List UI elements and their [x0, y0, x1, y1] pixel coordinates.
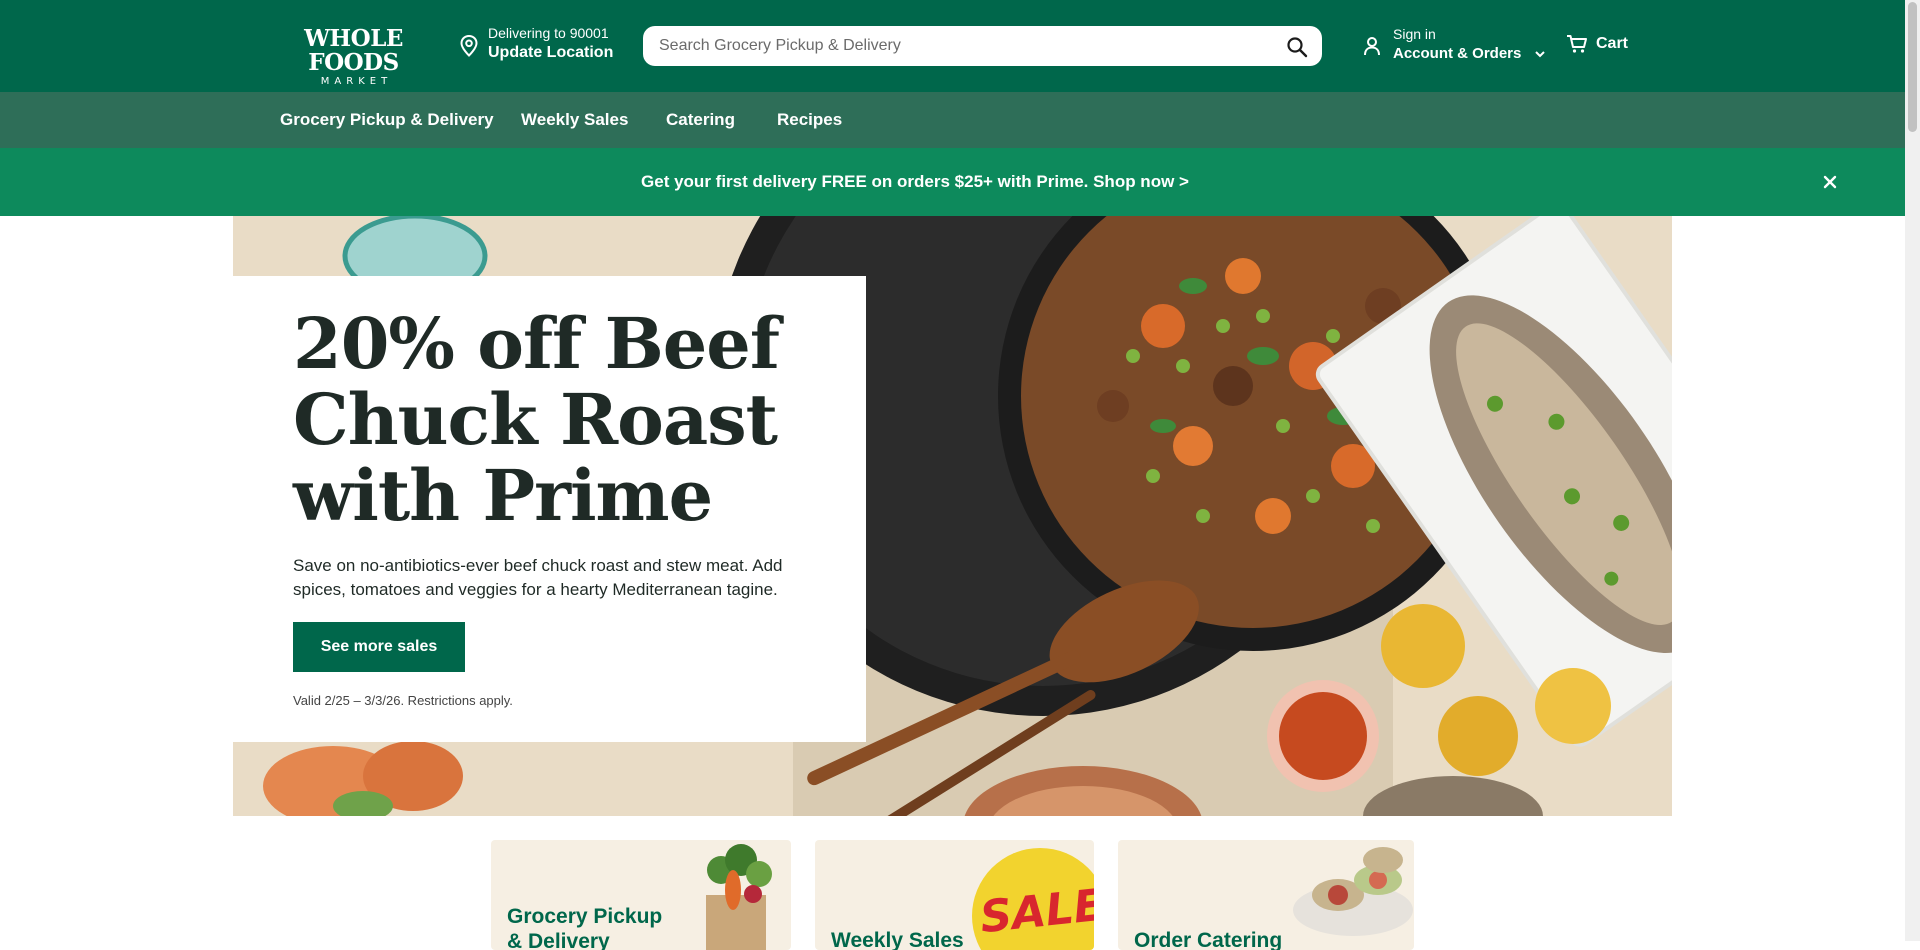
account-orders-label: Account & Orders	[1393, 45, 1522, 62]
see-more-sales-button[interactable]: See more sales	[293, 622, 465, 672]
tile-order-catering[interactable]: Order Catering	[1118, 840, 1414, 950]
tile-weekly-sales[interactable]: SALE Weekly Sales	[815, 840, 1094, 950]
delivery-location[interactable]: Delivering to 90001 Update Location	[488, 24, 613, 64]
top-header: WHOLE FOODS MARKET Delivering to 90001 U…	[0, 0, 1905, 92]
chevron-down-icon	[1534, 51, 1545, 58]
hero-title: 20% off Beef Chuck Roast with Prime	[293, 302, 780, 537]
search-input[interactable]	[659, 26, 1259, 66]
search-bar	[643, 26, 1322, 66]
nav-item-recipes[interactable]: Recipes	[777, 92, 842, 148]
promo-message[interactable]: Get your first delivery FREE on orders $…	[0, 148, 1830, 216]
logo-line2: MARKET	[320, 76, 393, 87]
grocery-bag-image	[706, 844, 772, 950]
page-scrollbar[interactable]	[1905, 0, 1920, 941]
search-icon[interactable]	[1286, 36, 1308, 58]
tile-grocery-pickup-delivery[interactable]: Grocery Pickup & Delivery	[491, 840, 791, 950]
cart-label: Cart	[1596, 35, 1629, 52]
update-location-link[interactable]: Update Location	[488, 42, 613, 64]
hero-banner: 20% off Beef Chuck Roast with Prime Save…	[233, 216, 1672, 816]
tile-grocery-line1: Grocery Pickup	[507, 905, 663, 928]
tile-weekly-sales-label: Weekly Sales	[831, 929, 964, 950]
hero-card: 20% off Beef Chuck Roast with Prime Save…	[233, 276, 866, 742]
close-icon[interactable]	[1820, 172, 1840, 192]
hero-validity-note: Valid 2/25 – 3/3/26. Restrictions apply.	[293, 693, 513, 708]
location-pin-icon[interactable]	[458, 34, 480, 58]
logo-line1: WHOLE FOODS	[304, 25, 403, 76]
cart-icon	[1567, 35, 1587, 53]
whole-foods-logo[interactable]: WHOLE FOODS MARKET	[280, 27, 427, 88]
nav-item-catering[interactable]: Catering	[666, 92, 735, 148]
nav-item-grocery-pickup-delivery[interactable]: Grocery Pickup & Delivery	[280, 92, 494, 148]
tile-grocery-line2: & Delivery	[507, 930, 610, 950]
catering-wraps-image	[1293, 847, 1413, 936]
user-icon	[1364, 37, 1380, 56]
tile-order-catering-label: Order Catering	[1134, 929, 1283, 950]
delivering-to-text: Delivering to 90001	[488, 25, 609, 41]
main-nav: Grocery Pickup & Delivery Weekly Sales C…	[0, 92, 1905, 148]
nav-item-weekly-sales[interactable]: Weekly Sales	[521, 92, 628, 148]
sign-in-text: Sign in	[1393, 26, 1436, 42]
cart-button[interactable]: Cart	[1566, 34, 1628, 54]
hero-description: Save on no-antibiotics-ever beef chuck r…	[293, 556, 783, 599]
scrollbar-thumb[interactable]	[1908, 2, 1917, 132]
promo-banner: Get your first delivery FREE on orders $…	[0, 148, 1905, 216]
